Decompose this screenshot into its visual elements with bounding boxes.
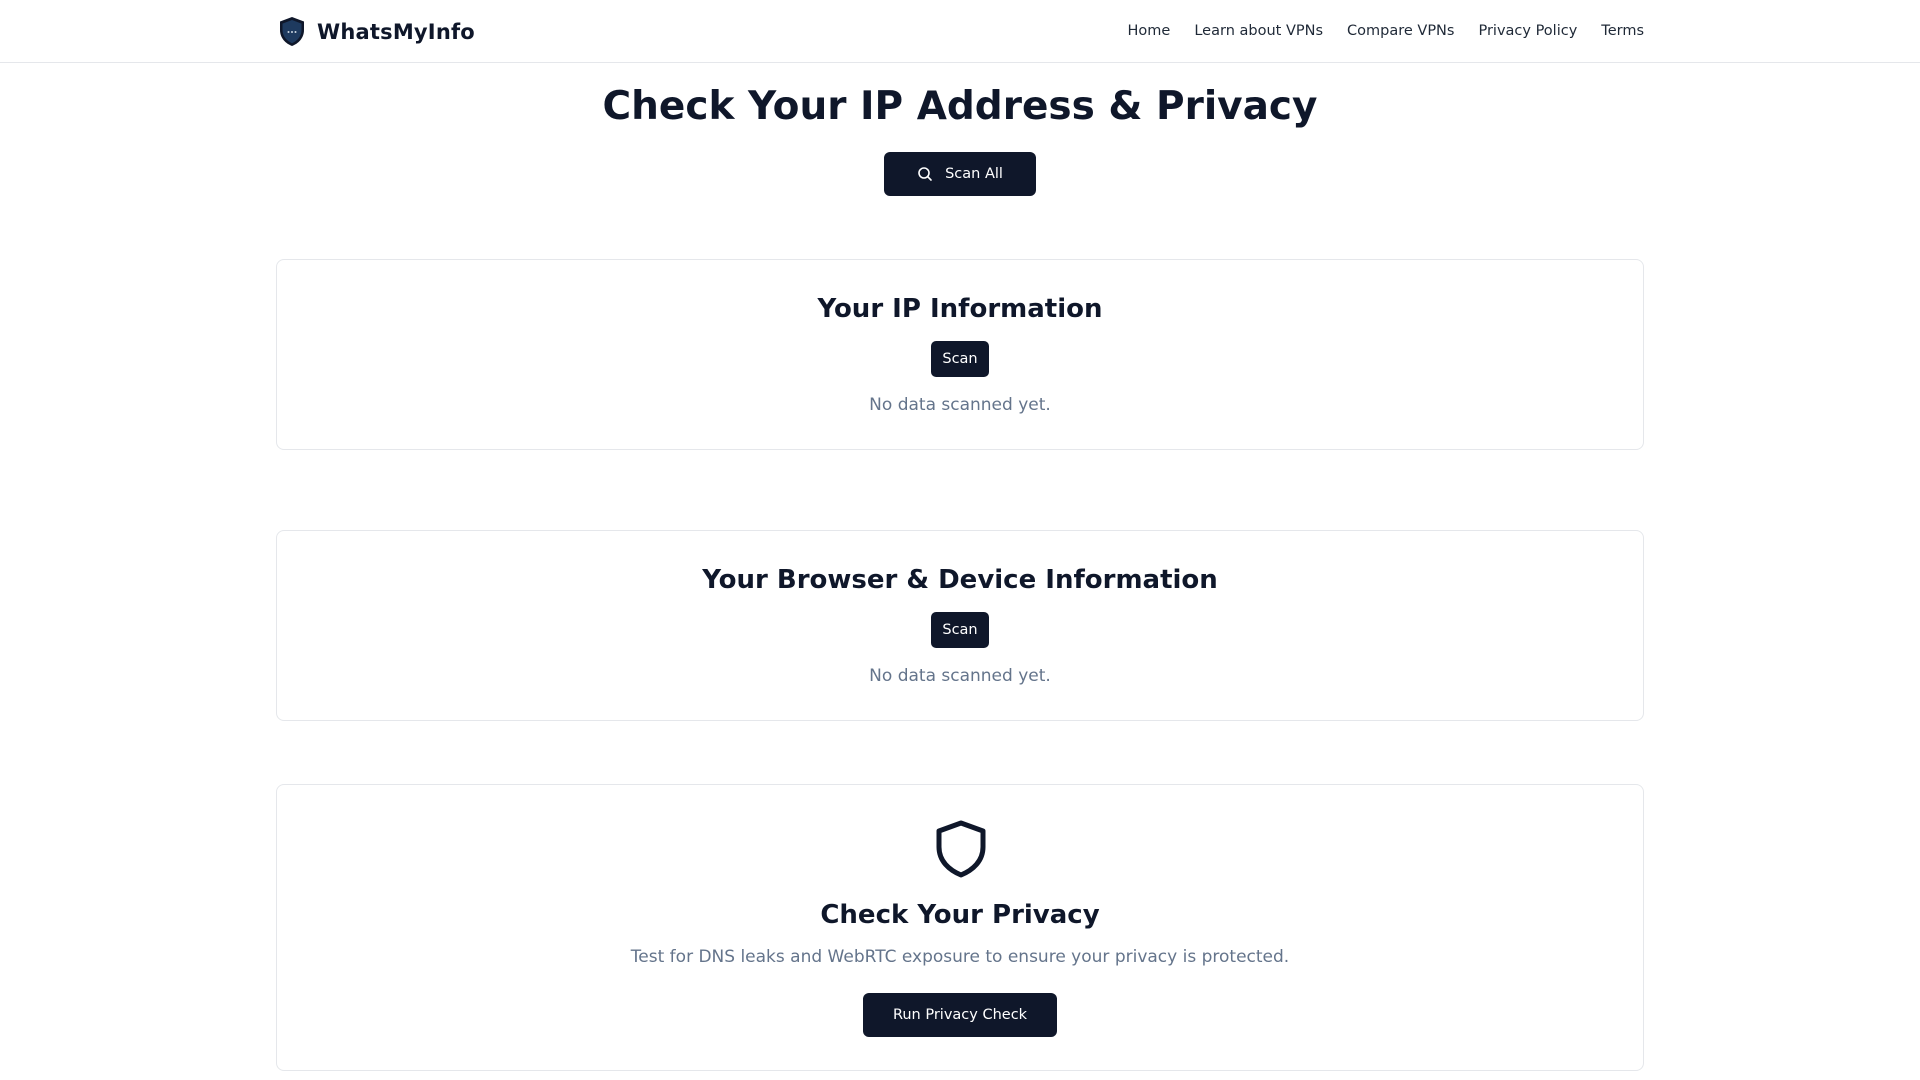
site-header: WhatsMyInfo Home Learn about VPNs Compar… [0,0,1920,63]
brand[interactable]: WhatsMyInfo [277,16,475,47]
run-privacy-check-button[interactable]: Run Privacy Check [863,993,1057,1037]
main-nav: Home Learn about VPNs Compare VPNs Priva… [1128,21,1644,41]
nav-item-terms[interactable]: Terms [1601,21,1644,41]
nav-item-learn-about-vpns[interactable]: Learn about VPNs [1194,21,1323,41]
ip-info-title: Your IP Information [817,294,1103,324]
scan-ip-button[interactable]: Scan [931,341,989,377]
brand-name: WhatsMyInfo [317,19,475,44]
scan-all-button[interactable]: Scan All [884,152,1036,196]
page-title: Check Your IP Address & Privacy [602,84,1318,129]
shield-logo-icon [280,17,304,46]
nav-item-compare-vpns[interactable]: Compare VPNs [1347,21,1454,41]
browser-info-card: Your Browser & Device Information Scan N… [276,530,1644,721]
browser-empty-text: No data scanned yet. [869,666,1051,686]
privacy-description: Test for DNS leaks and WebRTC exposure t… [630,947,1290,967]
privacy-title: Check Your Privacy [820,900,1100,930]
nav-item-privacy-policy[interactable]: Privacy Policy [1478,21,1577,41]
ip-empty-text: No data scanned yet. [869,395,1051,415]
search-icon [918,167,932,181]
scan-browser-button[interactable]: Scan [931,612,989,648]
privacy-check-card: Check Your Privacy Test for DNS leaks an… [276,784,1644,1071]
ip-info-card: Your IP Information Scan No data scanned… [276,259,1644,450]
nav-item-home[interactable]: Home [1128,21,1171,41]
shield-icon [936,820,986,878]
scan-all-label: Scan All [945,166,1003,182]
browser-info-title: Your Browser & Device Information [702,565,1218,595]
